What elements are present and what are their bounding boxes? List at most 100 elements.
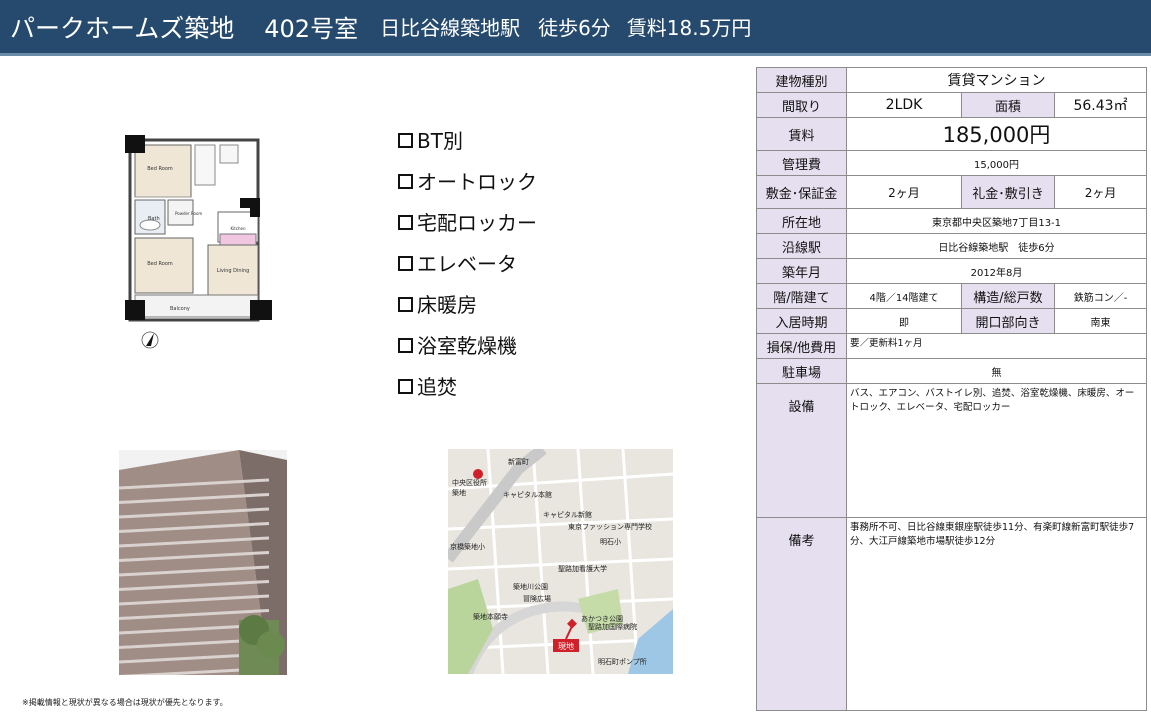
map-label: 新富町 (508, 457, 529, 466)
address-label: 所在地 (756, 208, 847, 234)
facing-value: 南東 (1053, 308, 1148, 334)
keymoney-value: 2ヶ月 (1053, 175, 1148, 209)
rent-summary: 賃料18.5万円 (626, 16, 752, 40)
map-label: 中央区役所 (452, 478, 487, 487)
keymoney-label: 礼金･敷引き (961, 175, 1055, 209)
checkbox-icon (398, 338, 413, 353)
feature-item: 浴室乾燥機 (398, 325, 537, 366)
address-value: 東京都中央区築地7丁目13-1 (845, 208, 1148, 234)
svg-text:Bed Room: Bed Room (147, 261, 173, 267)
checkbox-icon (398, 379, 413, 394)
rent-label: 賃料 (756, 117, 847, 151)
map-label: キャピタル本館 (503, 490, 552, 499)
svg-text:Kitchen: Kitchen (230, 226, 245, 231)
building-name: パークホームズ築地 (10, 13, 235, 43)
station-value: 日比谷線築地駅 徒歩6分 (845, 233, 1148, 259)
built-value: 2012年8月 (845, 258, 1148, 284)
line-station: 日比谷線築地駅 (380, 16, 521, 40)
table-row: 間取り 2LDK 面積 56.43㎡ (756, 92, 1148, 118)
area-label: 面積 (961, 92, 1055, 118)
feature-item: 追焚 (398, 366, 537, 407)
facing-label: 開口部向き (961, 308, 1055, 334)
footnote: ※掲載情報と現状が異なる場合は現状が優先となります。 (22, 698, 228, 707)
insurance-label: 損保/他費用 (756, 333, 847, 359)
movein-value: 即 (846, 308, 962, 334)
walk-time: 徒歩6分 (538, 16, 611, 40)
svg-text:Living Dining: Living Dining (217, 268, 250, 274)
map-label: 築地川公園 (513, 582, 548, 591)
rent-value: 185,000円 (845, 117, 1148, 151)
type-label: 建物種別 (756, 67, 847, 93)
feature-item: 宅配ロッカー (398, 202, 537, 243)
insurance-value: 要／更新料1ヶ月 (845, 333, 1148, 359)
map-label: 明石小 (600, 537, 621, 546)
type-value: 賃貸マンション (845, 67, 1148, 93)
fee-value: 15,000円 (845, 150, 1148, 176)
table-row: 駐車場 無 (756, 358, 1148, 384)
built-label: 築年月 (756, 258, 847, 284)
map-label: 聖路加看護大学 (558, 564, 607, 573)
svg-text:現地: 現地 (558, 641, 574, 651)
table-row: 設備 バス、エアコン、バストイレ別、追焚、浴室乾燥機、床暖房、オートロック、エレ… (756, 383, 1148, 518)
feature-checklist: BT別 オートロック 宅配ロッカー エレベータ 床暖房 浴室乾燥機 追焚 (398, 120, 537, 407)
layout-value: 2LDK (846, 92, 962, 118)
map-label: 聖路加国際病院 (588, 622, 637, 631)
feature-item: オートロック (398, 161, 537, 202)
building-photo (119, 450, 287, 675)
map-label: 築地 (452, 488, 466, 497)
notes-label: 備考 (756, 517, 847, 711)
room-number: 402号室 (264, 15, 359, 43)
table-row: 備考 事務所不可、日比谷線東銀座駅徒歩11分、有楽町線新富町駅徒歩7分、大江戸線… (756, 517, 1148, 711)
map-label: 京橋築地小 (450, 542, 485, 551)
svg-text:Powder Room: Powder Room (175, 211, 202, 216)
map-label: 東京ファッション専門学校 (568, 522, 652, 531)
layout-label: 間取り (756, 92, 847, 118)
table-row: 損保/他費用 要／更新料1ヶ月 (756, 333, 1148, 359)
table-row: 沿線駅 日比谷線築地駅 徒歩6分 (756, 233, 1148, 259)
table-row: 賃料 185,000円 (756, 117, 1148, 151)
checkbox-icon (398, 174, 413, 189)
feature-item: 床暖房 (398, 284, 537, 325)
fee-label: 管理費 (756, 150, 847, 176)
equipment-value: バス、エアコン、バストイレ別、追焚、浴室乾燥機、床暖房、オートロック、エレベータ… (845, 383, 1148, 518)
map-label: キャピタル新館 (543, 510, 592, 519)
map-drawing: 中央区役所 築地 新富町 キャピタル本館 キャピタル新館 東京ファッション専門学… (448, 449, 673, 674)
checkbox-icon (398, 133, 413, 148)
map-label: 明石町ポンプ所 (598, 657, 647, 666)
svg-text:Balcony: Balcony (170, 306, 190, 312)
area-value: 56.43㎡ (1053, 92, 1148, 118)
structure-label: 構造/総戸数 (961, 283, 1055, 309)
table-row: 入居時期 即 開口部向き 南東 (756, 308, 1148, 334)
floor-value: 4階／14階建て (846, 283, 962, 309)
equipment-label: 設備 (756, 383, 847, 518)
checkbox-icon (398, 215, 413, 230)
map-label: 冒険広場 (523, 594, 551, 603)
spec-table: 建物種別 賃貸マンション 間取り 2LDK 面積 56.43㎡ 賃料 185,0… (756, 67, 1148, 711)
feature-item: エレベータ (398, 243, 537, 284)
parking-value: 無 (845, 358, 1148, 384)
table-row: 敷金･保証金 2ヶ月 礼金･敷引き 2ヶ月 (756, 175, 1148, 209)
floor-plan-image: Bed Room Bath Powder Room Bed Room Kitch… (120, 130, 290, 360)
feature-item: BT別 (398, 120, 537, 161)
checkbox-icon (398, 256, 413, 271)
parking-label: 駐車場 (756, 358, 847, 384)
station-label: 沿線駅 (756, 233, 847, 259)
floor-plan-drawing: Bed Room Bath Powder Room Bed Room Kitch… (125, 135, 272, 349)
table-row: 建物種別 賃貸マンション (756, 67, 1148, 93)
notes-value: 事務所不可、日比谷線東銀座駅徒歩11分、有楽町線新富町駅徒歩7分、大江戸線築地市… (845, 517, 1148, 711)
svg-text:Bed Room: Bed Room (147, 166, 173, 172)
svg-text:Bath: Bath (148, 216, 160, 222)
table-row: 築年月 2012年8月 (756, 258, 1148, 284)
table-row: 所在地 東京都中央区築地7丁目13-1 (756, 208, 1148, 234)
structure-value: 鉄筋コン／- (1053, 283, 1148, 309)
deposit-value: 2ヶ月 (846, 175, 962, 209)
building-exterior-drawing (119, 450, 287, 675)
map-label: あかつき公園 (581, 615, 623, 623)
map-label: 築地本願寺 (473, 612, 508, 621)
title-bar: パークホームズ築地 402号室 日比谷線築地駅 徒歩6分 賃料18.5万円 (0, 0, 1151, 56)
table-row: 管理費 15,000円 (756, 150, 1148, 176)
checkbox-icon (398, 297, 413, 312)
movein-label: 入居時期 (756, 308, 847, 334)
table-row: 階/階建て 4階／14階建て 構造/総戸数 鉄筋コン／- (756, 283, 1148, 309)
location-map: 中央区役所 築地 新富町 キャピタル本館 キャピタル新館 東京ファッション専門学… (448, 449, 673, 674)
